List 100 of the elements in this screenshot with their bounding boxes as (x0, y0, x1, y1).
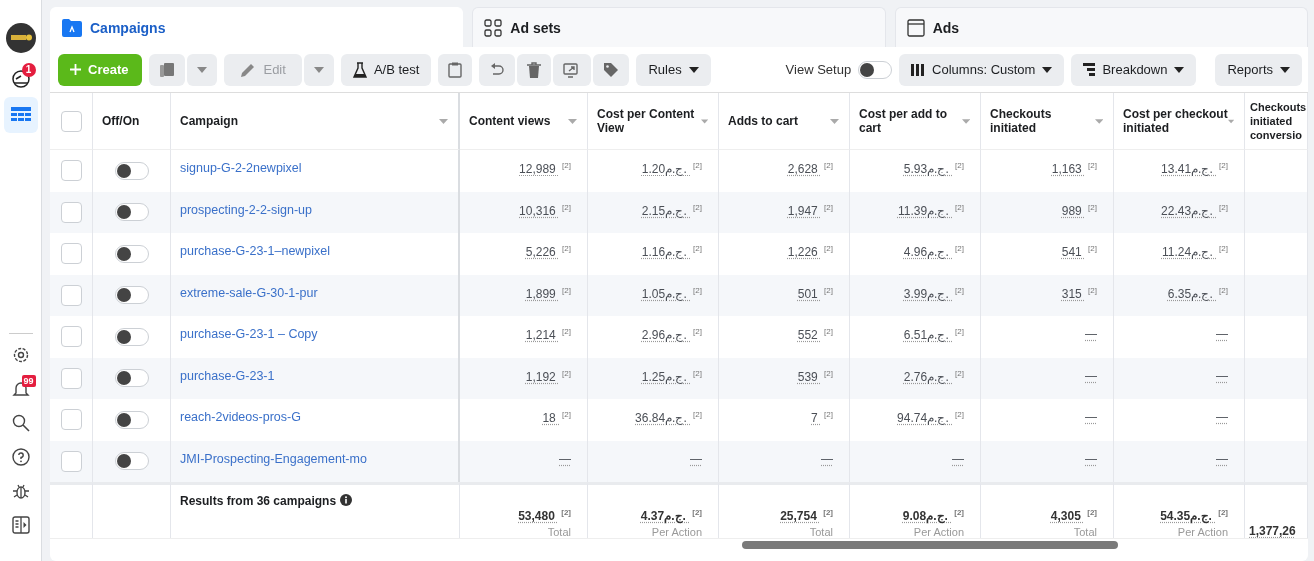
row-checkbox[interactable] (60, 160, 82, 182)
total-caption: Total (547, 526, 571, 538)
campaign-link[interactable]: JMI-Prospecting-Engagement-mo (180, 451, 367, 466)
delete-button[interactable] (517, 53, 552, 86)
notification-badge: 1 (21, 63, 36, 77)
notification-badge: 99 (21, 375, 36, 387)
results-summary: Results from 36 campaigns (180, 494, 337, 508)
campaign-link[interactable]: purchase-G-23-1–newpixel (180, 244, 331, 258)
campaign-toggle[interactable] (114, 161, 149, 180)
campaign-toggle[interactable] (114, 286, 149, 305)
table-icon (9, 106, 32, 124)
sort-caret-icon (961, 118, 970, 124)
row-checkbox[interactable] (60, 367, 82, 389)
total-caption: Total (809, 526, 833, 538)
export-button[interactable] (553, 53, 592, 86)
metric-cell: 1,163 $^{[2]}$ (981, 150, 1114, 192)
metric-cell: 7 $^{[2]}$ (719, 399, 850, 441)
sidebar-item[interactable]: 99 (3, 374, 38, 404)
column-header[interactable]: Cost per Content View (588, 93, 719, 150)
dropdown-button[interactable] (303, 53, 334, 86)
caret-icon (688, 66, 699, 73)
window-icon (906, 18, 925, 37)
column-header[interactable]: Checkouts initiated conversio (1245, 93, 1308, 150)
undo-button[interactable] (479, 53, 516, 86)
metric-cell: 1,947 $^{[2]}$ (719, 191, 850, 233)
tag-button[interactable] (593, 53, 630, 86)
sort-caret-icon (439, 118, 448, 124)
metric-cell: — (981, 357, 1114, 399)
duplicate-button[interactable] (149, 53, 186, 86)
campaign-link[interactable]: purchase-G-23-1 – Copy (180, 327, 318, 341)
metric-cell: — (1114, 399, 1245, 441)
breakdown-button[interactable]: Breakdown (1071, 53, 1197, 86)
row-checkbox[interactable] (60, 409, 82, 431)
column-header[interactable]: Off/On (93, 93, 171, 150)
campaign-toggle[interactable] (114, 327, 149, 346)
select-all-checkbox[interactable] (60, 110, 82, 132)
campaign-toggle[interactable] (114, 203, 149, 222)
columns-button[interactable]: Columns: Custom (899, 53, 1065, 86)
caret-icon (313, 66, 324, 73)
help-icon (11, 448, 30, 466)
tab[interactable]: Ad sets (472, 7, 886, 47)
scrollbar-thumb[interactable] (742, 541, 1118, 549)
ab-test-button[interactable]: A/B test (340, 53, 432, 86)
dropdown-button[interactable] (187, 53, 218, 86)
metric-cell: 1,899 $^{[2]}$ (460, 274, 588, 316)
tab[interactable]: Campaigns (50, 7, 464, 47)
tab[interactable]: Ads (894, 7, 1308, 47)
campaign-toggle[interactable] (114, 410, 149, 429)
pencil-icon (240, 61, 257, 78)
row-checkbox[interactable] (60, 284, 82, 306)
metric-cell: — (981, 440, 1114, 482)
sort-caret-icon (568, 118, 577, 124)
campaign-link[interactable]: signup-G-2-2newpixel (180, 161, 302, 175)
total-value: 4,305 $^{[2]}$ (1050, 508, 1097, 523)
view-setup-label: View Setup (785, 62, 852, 77)
metric-cell: — (981, 399, 1114, 441)
campaign-toggle[interactable] (114, 244, 149, 263)
column-header[interactable]: Adds to cart (719, 93, 850, 150)
total-caption: Per Action (651, 526, 702, 538)
campaign-toggle[interactable] (114, 369, 149, 388)
metric-cell: 10,316 $^{[2]}$ (460, 191, 588, 233)
column-header[interactable]: Checkouts initiated (981, 93, 1114, 150)
metric-cell: 5,226 $^{[2]}$ (460, 233, 588, 275)
column-header[interactable]: Cost per checkout initiated (1114, 93, 1245, 150)
info-icon (340, 494, 353, 506)
row-checkbox[interactable] (60, 450, 82, 472)
caret-icon (1042, 66, 1053, 73)
sort-caret-icon (700, 118, 708, 124)
campaign-link[interactable]: extreme-sale-G-30-1-pur (180, 285, 318, 300)
row-checkbox[interactable] (60, 326, 82, 348)
row-checkbox[interactable] (60, 243, 82, 265)
campaign-link[interactable]: purchase-G-23-1 (180, 368, 275, 383)
metric-cell: 539 $^{[2]}$ (719, 357, 850, 399)
sidebar-item[interactable]: 1 (3, 63, 38, 93)
view-setup-toggle[interactable] (858, 60, 893, 79)
total-caption: Per Action (913, 526, 964, 538)
plus-icon (70, 64, 81, 75)
account-avatar[interactable] (5, 23, 36, 53)
metric-cell: 552 $^{[2]}$ (719, 316, 850, 358)
metric-cell: 12,989 $^{[2]}$ (460, 150, 588, 192)
reports-button[interactable]: Reports (1215, 53, 1302, 86)
total-caption: Total (1073, 526, 1097, 538)
clipboard-button[interactable] (438, 53, 473, 86)
campaign-link[interactable]: prospecting-2-2-sign-up (180, 202, 312, 217)
copy-icon (159, 61, 176, 78)
folder-icon (62, 18, 82, 37)
metric-cell: 1,214 $^{[2]}$ (460, 316, 588, 358)
rules-button[interactable]: Rules (636, 53, 711, 86)
campaign-link[interactable]: reach-2videos-pros-G (180, 410, 301, 424)
metric-cell: — (1114, 440, 1245, 482)
row-checkbox[interactable] (60, 201, 82, 223)
bug-icon (11, 482, 30, 500)
caret-icon (1174, 66, 1185, 73)
metric-cell: — (850, 440, 981, 482)
column-header[interactable]: Content views (460, 93, 588, 150)
sidebar-item[interactable] (3, 97, 38, 133)
column-header[interactable]: Cost per add to cart (850, 93, 981, 150)
breakdown-icon (1083, 62, 1096, 77)
campaign-toggle[interactable] (114, 452, 149, 471)
column-header[interactable]: Campaign (171, 93, 460, 150)
